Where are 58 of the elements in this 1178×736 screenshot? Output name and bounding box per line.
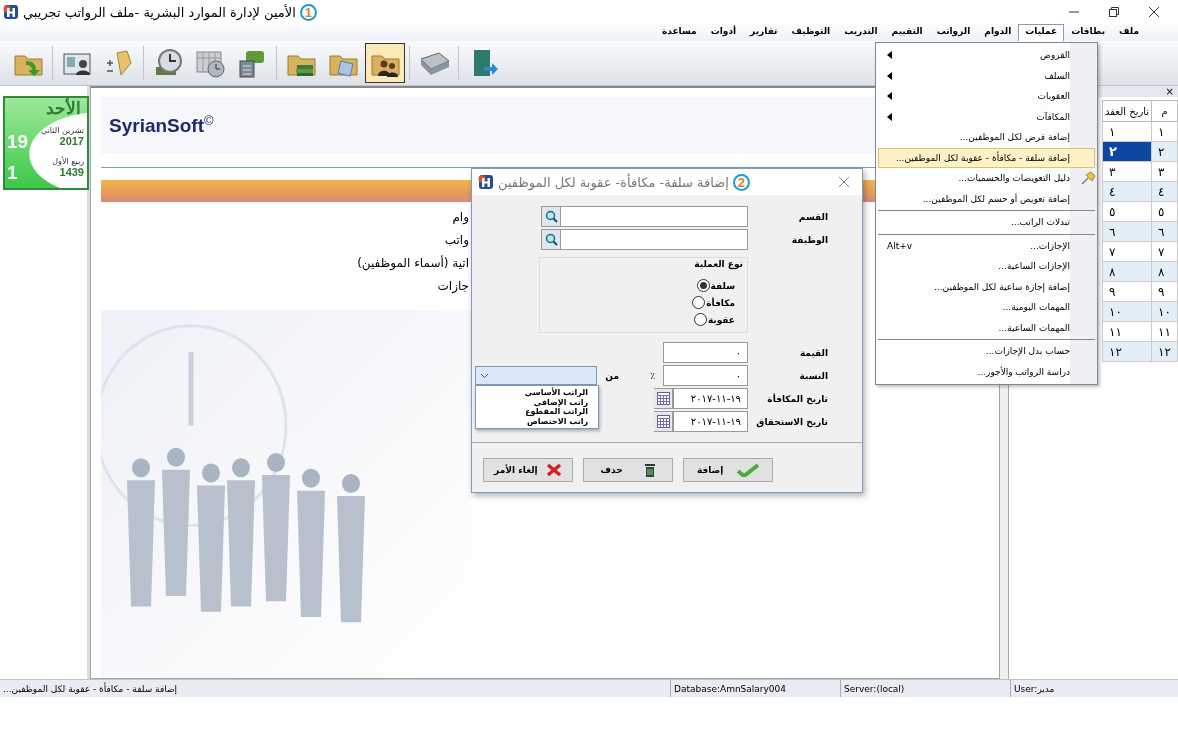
percent-label: ٪ (649, 370, 655, 381)
table-cell: ٦ (1102, 221, 1152, 242)
gregorian-month: تشرين الثاني (40, 126, 84, 135)
table-cell: ١١ (1102, 321, 1152, 342)
server-status: Server:(local) (840, 680, 1010, 697)
table-cell: ٤ (1151, 181, 1178, 202)
table-cell: ٥ (1151, 201, 1178, 222)
group-title: نوع العملية (693, 259, 743, 269)
field-label: من (604, 370, 619, 381)
table-cell: ١١ (1151, 321, 1178, 342)
table-cell: ١ (1102, 121, 1152, 142)
window-title: الأمين لإدارة الموارد البشرية -ملف الرواتب تجريبي (23, 4, 296, 20)
table-cell: ١٠ (1151, 301, 1178, 322)
user-status: User:مدير (1010, 680, 1178, 697)
table-cell: ٩ (1102, 281, 1152, 302)
gregorian-day: 19 (5, 130, 35, 153)
description-line: وام (451, 209, 469, 226)
step-badge: 2 (732, 173, 750, 191)
column-header: تاريخ العقد (1102, 100, 1152, 122)
radio-label: مكافأة (706, 297, 735, 308)
table-cell: ١٠ (1102, 301, 1152, 322)
table-cell: ٣ (1151, 161, 1178, 182)
table-cell: ٨ (1102, 261, 1152, 282)
field-label: تاريخ الاستحقاق (755, 416, 828, 427)
field-label: النسبة (798, 370, 828, 381)
database-status: Database:AmnSalary004 (670, 680, 840, 697)
status-message: إضافة سلفة - مكافأة - عقوبة لكل الموظفين... (2, 681, 179, 697)
table-cell: ٤ (1102, 181, 1152, 202)
table-cell: ١٢ (1151, 341, 1178, 362)
table-cell: ٧ (1151, 241, 1178, 262)
description-line: جازات (436, 278, 469, 295)
hijri-month: ربيع الأول (52, 157, 84, 166)
radio-label: سلفة (710, 280, 735, 291)
table-cell: ٥ (1102, 201, 1152, 222)
table-cell: ٧ (1102, 241, 1152, 262)
field-label: تاريخ المكافأة (766, 393, 828, 404)
description-line: واتب (443, 232, 469, 249)
gregorian-year: 2017 (59, 135, 84, 147)
table-cell: ٢ (1151, 141, 1178, 162)
description-line: اتية (أسماء الموظفين) (356, 254, 469, 273)
column-header: م (1151, 100, 1178, 122)
day-name: الأحد (45, 98, 82, 120)
field-label: القيمة (798, 347, 828, 358)
field-label: القسم (797, 211, 828, 222)
dialog-title: إضافة سلفة- مكافأة- عقوبة لكل الموظفين (498, 174, 729, 190)
radio-label: عقوبة (707, 314, 735, 325)
table-cell: ٣ (1102, 161, 1152, 182)
table-cell: ٨ (1151, 261, 1178, 282)
table-cell: ١٢ (1102, 341, 1152, 362)
hijri-day: 1 (5, 161, 35, 184)
field-label: الوظيفة (790, 234, 828, 245)
brand-logo-text: SyrianSoft$^{©}$ (109, 113, 214, 138)
table-cell: ٦ (1151, 221, 1178, 242)
table-cell: ٢ (1102, 141, 1152, 162)
table-cell: ١ (1151, 121, 1178, 142)
step-badge: 1 (299, 3, 317, 21)
hijri-year: 1439 (59, 166, 84, 178)
table-cell: ٩ (1151, 281, 1178, 302)
